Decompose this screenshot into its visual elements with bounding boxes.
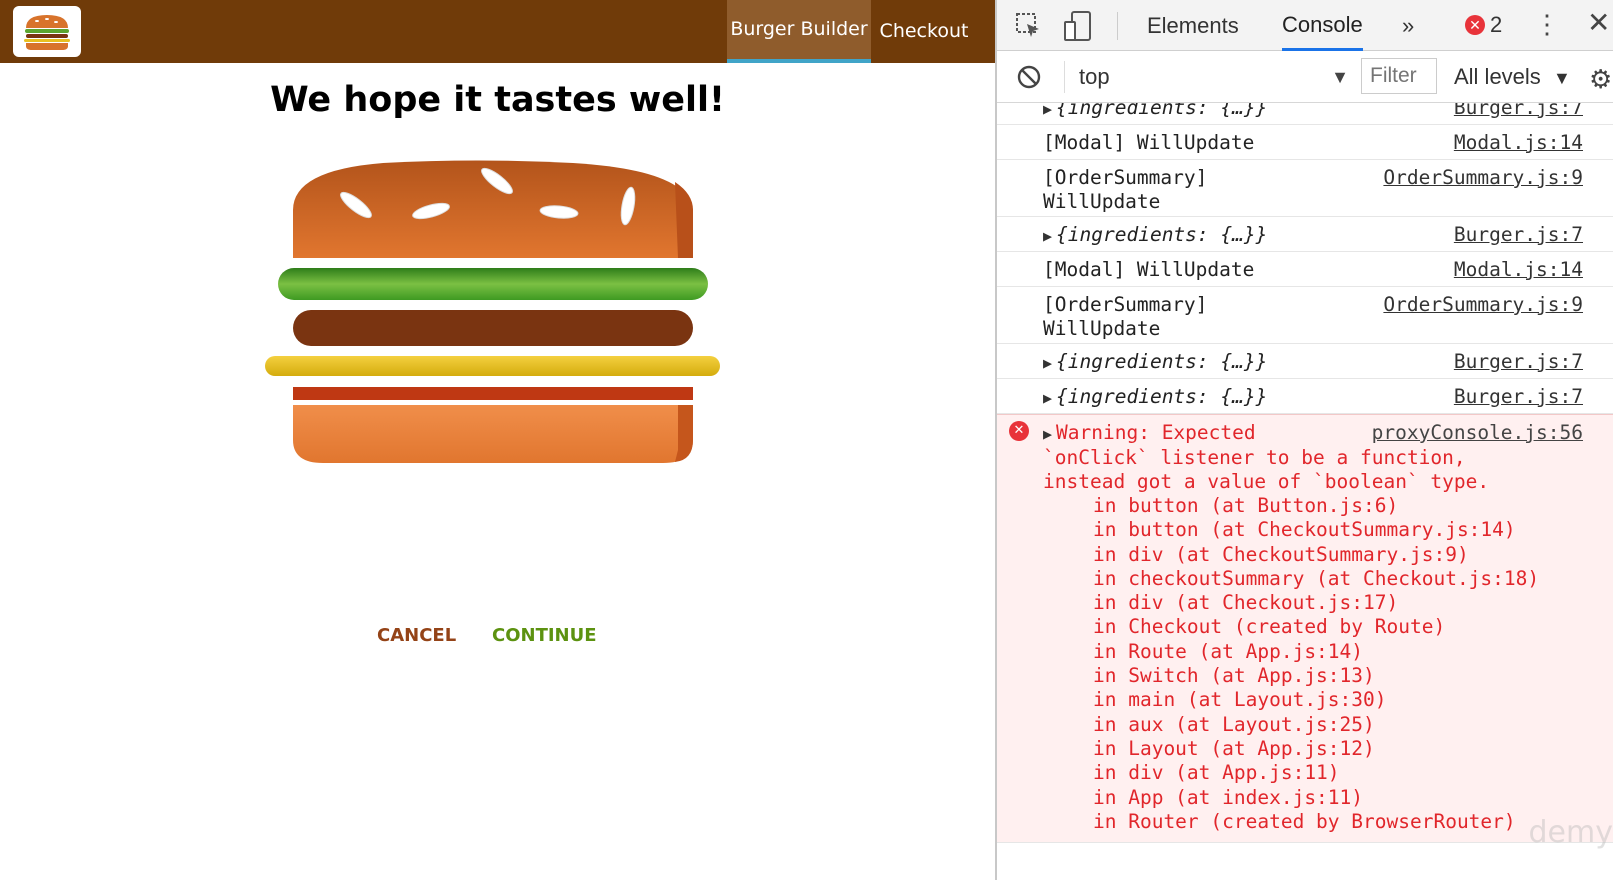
expand-triangle-icon[interactable]: ▶ <box>1043 389 1052 407</box>
console-log-row[interactable]: ▶ {ingredients: {…}} Burger.js:7 <box>997 217 1613 252</box>
cheese-layer <box>265 356 720 376</box>
tabbar-divider <box>1117 12 1118 40</box>
burger-logo-icon <box>24 15 70 50</box>
error-icon: ✕ <box>1009 421 1029 441</box>
burger-logo[interactable] <box>13 6 81 57</box>
kebab-menu-icon[interactable]: ⋮ <box>1534 9 1560 40</box>
log-source-link[interactable]: Burger.js:7 <box>1454 385 1583 409</box>
device-toolbar-icon[interactable] <box>1062 10 1094 42</box>
dropdown-arrow-icon: ▼ <box>1552 68 1571 88</box>
watermark: demy <box>1528 815 1613 850</box>
console-rows: ▶ {ingredients: {…}} Burger.js:7 [Modal] Wi… <box>997 103 1613 844</box>
error-icon: ✕ <box>1465 15 1485 35</box>
bread-top <box>293 160 693 258</box>
log-source-link[interactable]: Burger.js:7 <box>1454 223 1583 247</box>
stack-frame: in checkoutSummary (at Checkout.js:18) <box>1093 566 1540 590</box>
nav-burger-builder[interactable]: Burger Builder <box>727 0 871 63</box>
log-source-link[interactable]: Modal.js:14 <box>1454 131 1583 155</box>
filterbar-divider <box>1064 61 1065 93</box>
dropdown-arrow-icon: ▼ <box>1331 67 1349 87</box>
console-log-row[interactable]: ▶ {ingredients: {…}} Burger.js:7 <box>997 103 1613 125</box>
expand-triangle-icon[interactable]: ▶ <box>1043 425 1052 443</box>
console-log-row[interactable]: [Modal] WillUpdate Modal.js:14 <box>997 252 1613 287</box>
filter-input[interactable] <box>1361 58 1437 94</box>
log-message: {ingredients: {…}} <box>1056 350 1268 373</box>
bacon-layer <box>293 387 693 400</box>
error-count-value: 2 <box>1490 12 1503 37</box>
cancel-button[interactable]: CANCEL <box>377 625 456 646</box>
expand-triangle-icon[interactable]: ▶ <box>1043 103 1052 118</box>
console-log-row[interactable]: [OrderSummary] WillUpdate OrderSummary.js… <box>997 160 1613 217</box>
expand-triangle-icon[interactable]: ▶ <box>1043 227 1052 245</box>
more-tabs-button[interactable]: » <box>1402 0 1414 51</box>
nav-checkout[interactable]: Checkout <box>871 0 977 63</box>
devtools-tabbar: Elements Console » ✕ 2 ⋮ ✕ <box>997 0 1613 51</box>
log-source-link[interactable]: Burger.js:7 <box>1454 350 1583 374</box>
bread-bottom <box>293 405 693 463</box>
stack-frame: in div (at CheckoutSummary.js:9) <box>1093 542 1469 566</box>
devtools-panel: Elements Console » ✕2 ⋮ ✕ top ▼ All leve… <box>995 0 1613 880</box>
stack-frame: in aux (at Layout.js:25) <box>1093 712 1375 736</box>
log-message: {ingredients: {…}} <box>1056 223 1268 246</box>
log-source-link[interactable]: proxyConsole.js:56 <box>1371 421 1583 445</box>
console-log-row[interactable]: ▶ {ingredients: {…}} Burger.js:7 <box>997 344 1613 379</box>
stack-frame: in button (at Button.js:6) <box>1093 494 1399 517</box>
burger-illustration <box>265 160 720 463</box>
stack-frame: in div (at Checkout.js:17) <box>1093 591 1399 615</box>
stack-frame: in Checkout (created by Route) <box>1093 615 1446 639</box>
close-icon[interactable]: ✕ <box>1587 6 1610 39</box>
toolbar: Burger Builder Checkout <box>0 0 995 63</box>
log-levels-select[interactable]: All levels ▼ <box>1454 51 1571 103</box>
log-source-link[interactable]: OrderSummary.js:9 <box>1383 293 1583 317</box>
console-filterbar: top ▼ All levels ▼ ⚙ <box>997 51 1613 103</box>
context-select[interactable]: top ▼ <box>1079 51 1349 103</box>
stack-frame: in div (at App.js:11) <box>1093 761 1340 785</box>
log-message: {ingredients: {…}} <box>1056 385 1268 408</box>
stack-frame: in button (at CheckoutSummary.js:14) <box>1093 518 1516 542</box>
stack-frame: in App (at index.js:11) <box>1093 785 1364 809</box>
console-output: ▶ {ingredients: {…}} Burger.js:7 [Modal] Wi… <box>997 103 1613 880</box>
error-counter[interactable]: ✕ 2 <box>1465 13 1502 37</box>
expand-triangle-icon[interactable]: ▶ <box>1043 354 1052 372</box>
continue-button[interactable]: CONTINUE <box>492 625 597 646</box>
salad-layer <box>278 268 708 300</box>
levels-value: All levels <box>1454 64 1541 89</box>
stack-frame: in main (at Layout.js:30) <box>1093 688 1387 712</box>
log-message: {ingredients: {…}} <box>1056 103 1268 119</box>
burger-app: Burger Builder Checkout We hope it taste… <box>0 0 995 880</box>
log-source-link[interactable]: Burger.js:7 <box>1454 103 1583 120</box>
stack-frame: in Switch (at App.js:13) <box>1093 664 1375 688</box>
inspect-element-icon[interactable] <box>1015 12 1043 40</box>
stack-frame: in Router (created by BrowserRouter) <box>1093 809 1516 833</box>
tab-console[interactable]: Console <box>1282 0 1363 51</box>
checkout-headline: We hope it tastes well! <box>270 80 725 120</box>
context-value: top <box>1079 64 1110 89</box>
stack-frame: in Route (at App.js:14) <box>1093 639 1364 663</box>
meat-layer <box>293 310 693 346</box>
log-source-link[interactable]: Modal.js:14 <box>1454 258 1583 282</box>
tab-elements[interactable]: Elements <box>1147 0 1239 51</box>
clear-console-icon[interactable] <box>1017 65 1041 89</box>
log-source-link[interactable]: OrderSummary.js:9 <box>1383 166 1583 190</box>
console-log-row[interactable]: [Modal] WillUpdate Modal.js:14 <box>997 125 1613 160</box>
stack-frame: in Layout (at App.js:12) <box>1093 736 1375 760</box>
console-error-row[interactable]: ✕ ▶ Warning: Expected `onClick` listener t… <box>997 414 1613 844</box>
gear-icon[interactable]: ⚙ <box>1589 64 1612 95</box>
console-log-row[interactable]: ▶ {ingredients: {…}} Burger.js:7 <box>997 379 1613 414</box>
console-log-row[interactable]: [OrderSummary] WillUpdate OrderSummary.js… <box>997 287 1613 344</box>
